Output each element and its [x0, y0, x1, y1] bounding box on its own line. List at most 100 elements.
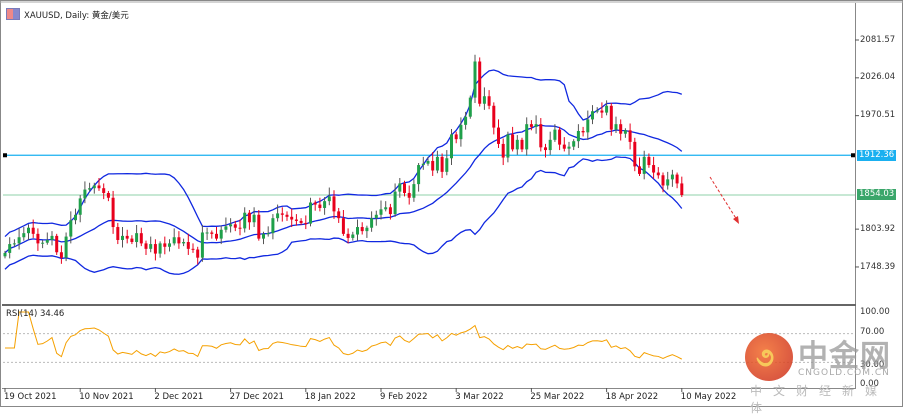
- trend-arrow-head: [733, 216, 739, 224]
- candle-body: [102, 188, 106, 193]
- time-axis-label: 9 Feb 2022: [380, 392, 428, 402]
- candle-body: [55, 235, 59, 253]
- candle-body: [398, 183, 402, 192]
- candle-body: [478, 61, 482, 104]
- candle-body: [332, 196, 336, 212]
- time-axis-label: 3 Mar 2022: [455, 392, 504, 402]
- watermark-url: CNGOLD.COM.CN: [798, 368, 890, 378]
- candle-body: [482, 96, 486, 104]
- price-label: 1970.51: [860, 110, 896, 120]
- last-price-tag: 1854.03: [857, 189, 896, 200]
- candle-body: [121, 235, 124, 240]
- candle-body: [318, 204, 322, 208]
- trend-arrow: [709, 176, 738, 221]
- candle-body: [182, 242, 186, 244]
- cngold-logo-mark: ૭: [756, 343, 775, 373]
- candle-body: [177, 237, 181, 244]
- candle-body: [638, 166, 641, 174]
- candle-body: [83, 189, 87, 199]
- candle-body: [116, 227, 120, 240]
- candle-body: [454, 134, 458, 140]
- candle-body: [299, 220, 303, 223]
- candle-body: [403, 183, 406, 193]
- time-axis-label: 18 Jan 2022: [304, 392, 356, 402]
- candle-body: [149, 244, 153, 249]
- candle-body: [558, 129, 562, 145]
- candle-body: [388, 207, 392, 215]
- candle-body: [553, 129, 557, 140]
- candle-body: [290, 216, 294, 220]
- candle-body: [370, 218, 374, 228]
- candle-body: [581, 130, 585, 133]
- candle-body: [600, 110, 604, 113]
- candle-body: [497, 127, 500, 144]
- candle-body: [224, 226, 228, 230]
- candle-body: [31, 227, 35, 234]
- candle-body: [163, 243, 167, 247]
- time-axis-label: 2 Dec 2021: [154, 392, 204, 402]
- candle-body: [27, 227, 30, 234]
- candle-body: [36, 233, 40, 244]
- candle-body: [238, 227, 242, 229]
- candle-body: [135, 233, 139, 243]
- candle-body: [421, 163, 425, 166]
- candle-body: [633, 141, 637, 167]
- candle-body: [191, 248, 195, 250]
- candle-body: [172, 237, 176, 244]
- candle-body: [365, 227, 369, 232]
- candle-body: [215, 233, 218, 239]
- candle-body: [50, 235, 54, 240]
- horizontal-line-price-tag: 1912.36: [857, 150, 896, 161]
- candle-body: [435, 156, 439, 171]
- candle-body: [642, 156, 646, 174]
- candle-body: [257, 214, 261, 239]
- candle-body: [252, 214, 256, 223]
- candle-body: [412, 184, 416, 198]
- candle-body: [619, 124, 623, 134]
- candle-body: [97, 185, 101, 189]
- candle-body: [139, 233, 143, 244]
- candle-body: [468, 97, 472, 117]
- candle-body: [313, 202, 317, 205]
- candle-body: [393, 191, 397, 215]
- candle-body: [351, 234, 355, 238]
- candle-body: [675, 174, 679, 184]
- candle-body: [168, 243, 171, 247]
- candle-body: [374, 214, 378, 219]
- candle-body: [544, 147, 547, 151]
- candle-body: [666, 179, 670, 186]
- candle-body: [567, 146, 571, 149]
- candle-body: [501, 143, 505, 158]
- candle-body: [628, 130, 632, 142]
- candle-body: [459, 124, 463, 140]
- candle-body: [144, 243, 148, 249]
- candle-body: [548, 139, 552, 151]
- candle-body: [205, 232, 209, 234]
- price-label: 2026.04: [860, 72, 896, 82]
- candle-body: [605, 105, 609, 113]
- candle-body: [210, 232, 214, 234]
- candle-body: [243, 212, 247, 229]
- candle-body: [323, 201, 327, 208]
- time-axis-label: 10 May 2022: [680, 392, 737, 402]
- candle-body: [614, 124, 618, 130]
- candle-body: [125, 235, 129, 239]
- candle-body: [92, 185, 96, 189]
- candle-body: [623, 130, 627, 134]
- candle-body: [266, 233, 270, 235]
- candle-body: [271, 218, 275, 234]
- line-handle: [851, 153, 855, 158]
- candle-body: [529, 124, 533, 127]
- candle-body: [74, 214, 77, 221]
- candle-body: [562, 144, 566, 149]
- candle-body: [200, 232, 204, 258]
- candle-body: [515, 139, 519, 150]
- candle-body: [647, 156, 651, 166]
- candle-body: [106, 192, 110, 198]
- candle-body: [233, 224, 237, 228]
- watermark-subtitle: 中文财经新媒体: [750, 384, 889, 415]
- candle-body: [309, 202, 312, 224]
- candle-body: [586, 119, 590, 133]
- candle-body: [111, 197, 115, 228]
- candle-body: [304, 222, 308, 224]
